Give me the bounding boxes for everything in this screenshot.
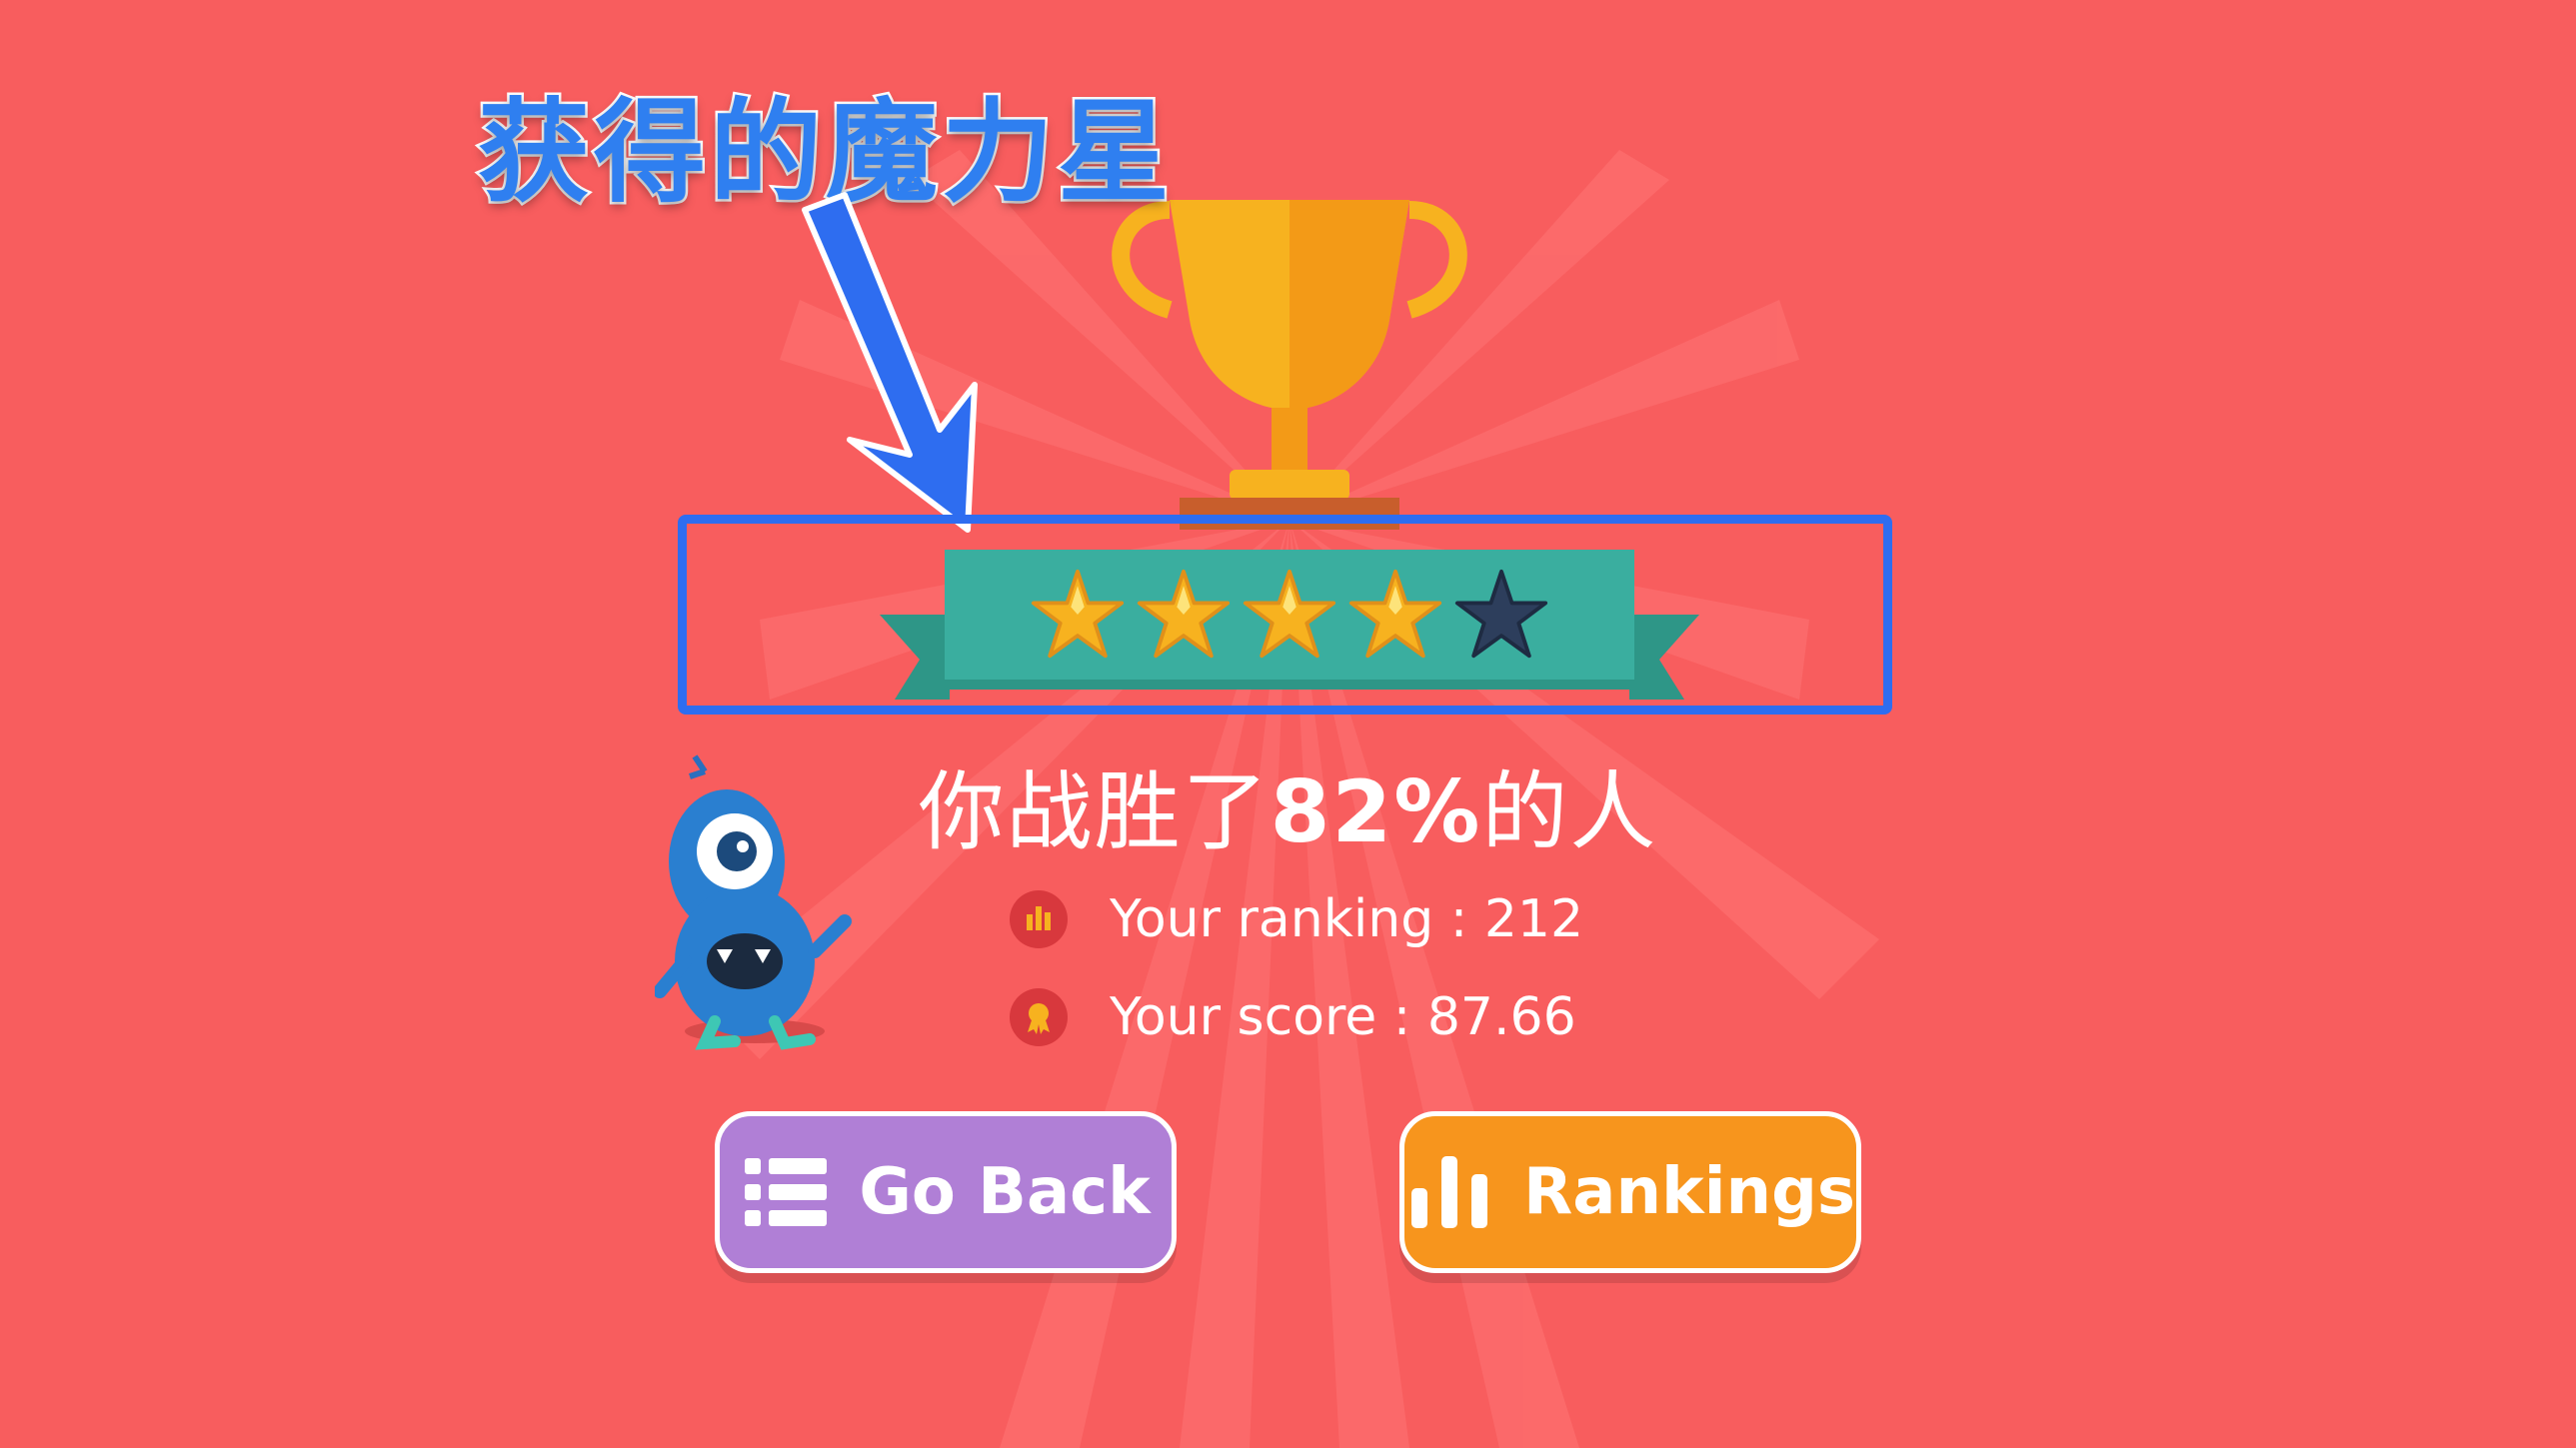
defeat-suffix: 的人 — [1481, 762, 1658, 862]
trophy-icon — [1112, 200, 1467, 530]
defeat-prefix: 你战胜了 — [918, 762, 1271, 862]
star-empty-icon — [1454, 569, 1548, 659]
score-text: Your score : 87.66 — [1110, 987, 1576, 1047]
star-filled-icon — [1348, 569, 1442, 659]
defeat-percent: 82% — [1270, 762, 1482, 862]
annotation-label: 获得的魔力星 — [476, 86, 1174, 221]
go-back-button[interactable]: Go Back — [715, 1111, 1177, 1273]
result-screen: 获得的魔力星 你战胜了82%的人 Your ranking: 212 Your… — [0, 0, 2576, 1448]
list-icon — [745, 1158, 828, 1226]
rankings-label: Rankings — [1523, 1155, 1855, 1229]
go-back-label: Go Back — [859, 1155, 1151, 1229]
ranking-row: Your ranking : 212 — [1010, 889, 1583, 949]
bars-icon — [1411, 1156, 1487, 1228]
bar-chart-icon — [1010, 890, 1068, 948]
ranking-text: Your ranking : 212 — [1110, 889, 1584, 949]
rankings-button[interactable]: Rankings — [1399, 1111, 1861, 1273]
star-filled-icon — [1137, 569, 1231, 659]
score-row: Your score : 87.66 — [1010, 987, 1576, 1047]
defeat-percentage-text: 你战胜了82%的人 — [0, 741, 2576, 866]
star-rating — [1030, 560, 1549, 670]
star-filled-icon — [1031, 569, 1125, 659]
medal-icon — [1010, 988, 1068, 1046]
star-filled-icon — [1243, 569, 1336, 659]
